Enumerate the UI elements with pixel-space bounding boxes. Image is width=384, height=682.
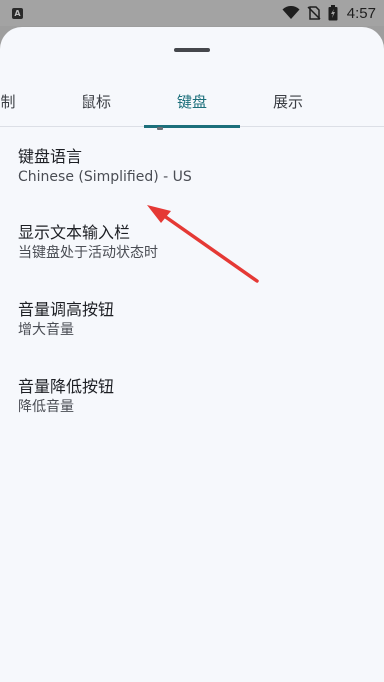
setting-volume-up-button[interactable]: 音量调高按钮 增大音量 <box>18 299 378 340</box>
setting-show-text-input-bar[interactable]: 显示文本输入栏 当键盘处于活动状态时 <box>18 222 378 263</box>
setting-volume-down-button[interactable]: 音量降低按钮 降低音量 <box>18 376 378 417</box>
status-bar: A 4:57 <box>0 0 384 26</box>
battery-charging-icon <box>328 5 338 21</box>
setting-title: 显示文本输入栏 <box>18 223 131 242</box>
tab-keyboard[interactable]: 键盘 <box>144 83 240 128</box>
bottom-sheet: 制 鼠标 键盘 展示 键盘语言 Chinese (Simplified) - U… <box>0 27 384 682</box>
no-sim-icon <box>307 6 321 20</box>
setting-title: 音量调高按钮 <box>18 300 115 319</box>
a-badge-icon: A <box>12 7 23 19</box>
tab-bar: 制 鼠标 键盘 展示 <box>0 83 384 128</box>
setting-subtitle: 当键盘处于活动状态时 <box>18 245 158 261</box>
scroll-indicator <box>157 127 163 130</box>
setting-subtitle: Chinese (Simplified) - US <box>18 169 192 185</box>
tab-mouse[interactable]: 鼠标 <box>48 83 144 127</box>
setting-title: 音量降低按钮 <box>18 377 115 396</box>
tab-control[interactable]: 制 <box>0 83 20 127</box>
setting-subtitle: 增大音量 <box>18 322 74 338</box>
tab-display[interactable]: 展示 <box>240 83 336 127</box>
drag-handle[interactable] <box>174 48 210 52</box>
setting-keyboard-language[interactable]: 键盘语言 Chinese (Simplified) - US <box>18 146 378 187</box>
wifi-icon <box>282 6 300 19</box>
setting-title: 键盘语言 <box>18 147 83 166</box>
setting-subtitle: 降低音量 <box>18 399 74 415</box>
status-time: 4:57 <box>346 4 376 22</box>
tab-keyboard-label: 键盘 <box>176 93 207 111</box>
